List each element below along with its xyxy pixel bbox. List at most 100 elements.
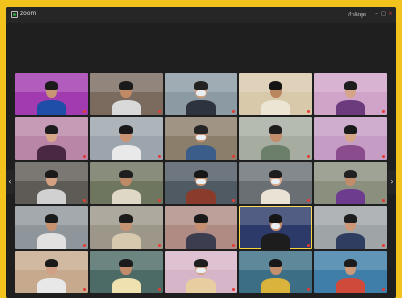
- participant-video: [186, 125, 216, 160]
- participant-tile[interactable]: [164, 206, 238, 249]
- participant-tile[interactable]: [15, 117, 88, 160]
- participant-tile[interactable]: [239, 117, 313, 160]
- participant-body: [36, 144, 66, 160]
- participant-hair: [119, 214, 133, 223]
- participant-video: [111, 258, 141, 293]
- connection-status-icon[interactable]: [11, 11, 18, 18]
- participant-body: [111, 233, 141, 249]
- participant-tile[interactable]: [239, 206, 313, 249]
- participant-hair: [343, 169, 358, 179]
- participant-body: [36, 277, 66, 293]
- participant-tile[interactable]: [314, 250, 387, 293]
- participant-video: [111, 81, 141, 116]
- participant-tile[interactable]: [15, 73, 88, 116]
- minimize-icon[interactable]: –: [374, 12, 379, 17]
- participant-hair: [44, 125, 59, 135]
- participant-tile[interactable]: [15, 250, 88, 293]
- participant-body: [186, 188, 216, 205]
- participant-hair: [269, 125, 283, 135]
- muted-mic-icon: [82, 110, 86, 114]
- close-icon[interactable]: ×: [388, 12, 393, 17]
- participant-video: [261, 125, 291, 160]
- participant-video: [186, 81, 216, 116]
- participant-body: [336, 277, 366, 293]
- participant-video: [36, 258, 66, 293]
- participant-video: [36, 169, 66, 205]
- maximize-icon[interactable]: □: [381, 12, 386, 17]
- muted-mic-icon: [157, 154, 161, 158]
- participant-tile[interactable]: [15, 206, 88, 249]
- participant-tile[interactable]: [89, 117, 163, 160]
- participant-hair: [194, 81, 208, 90]
- participant-tile[interactable]: [239, 161, 313, 205]
- participant-video: [336, 81, 366, 116]
- participant-video: [336, 214, 366, 249]
- participant-hair: [194, 258, 208, 268]
- participant-body: [111, 144, 141, 160]
- muted-mic-icon: [82, 199, 86, 203]
- participant-tile[interactable]: [314, 161, 387, 205]
- participant-hair: [44, 81, 59, 90]
- participant-tile[interactable]: [164, 161, 238, 205]
- meeting-window: zoom กำลังพูด – □ × ‹ ›: [6, 7, 396, 298]
- participant-hair: [44, 258, 59, 268]
- participant-body: [336, 188, 366, 205]
- participant-video: [111, 125, 141, 160]
- participant-tile[interactable]: [89, 250, 163, 293]
- participant-tile[interactable]: [314, 117, 387, 160]
- participant-tile[interactable]: [89, 206, 163, 249]
- participant-tile[interactable]: [89, 73, 163, 116]
- participant-body: [336, 144, 366, 160]
- face-mask: [196, 179, 206, 185]
- participant-body: [261, 188, 291, 205]
- participant-tile[interactable]: [239, 250, 313, 293]
- face-mask: [196, 134, 206, 140]
- muted-mic-icon: [157, 243, 161, 247]
- muted-mic-icon: [382, 154, 385, 158]
- participant-hair: [194, 169, 208, 179]
- active-speaker-label: กำลังพูด: [348, 12, 366, 18]
- participant-tile[interactable]: [164, 250, 238, 293]
- participant-hair: [119, 125, 133, 135]
- app-label: zoom: [20, 10, 37, 17]
- participant-tile[interactable]: [15, 161, 88, 205]
- participant-video: [336, 169, 366, 205]
- participant-body: [186, 277, 216, 293]
- participant-video: [186, 169, 216, 205]
- participant-tile[interactable]: [314, 73, 387, 116]
- muted-mic-icon: [232, 110, 236, 114]
- muted-mic-icon: [82, 243, 86, 247]
- gallery-grid: [15, 73, 387, 293]
- participant-video: [186, 258, 216, 293]
- muted-mic-icon: [232, 243, 236, 247]
- participant-tile[interactable]: [89, 161, 163, 205]
- previous-page-button[interactable]: ‹: [6, 170, 14, 194]
- muted-mic-icon: [382, 199, 385, 203]
- participant-tile[interactable]: [314, 206, 387, 249]
- muted-mic-icon: [382, 288, 385, 291]
- participant-body: [36, 188, 66, 205]
- muted-mic-icon: [307, 288, 311, 291]
- face-mask: [196, 267, 206, 274]
- participant-tile[interactable]: [239, 73, 313, 116]
- muted-mic-icon: [157, 199, 161, 203]
- muted-mic-icon: [232, 288, 236, 291]
- participant-video: [186, 214, 216, 249]
- participant-video: [261, 214, 291, 249]
- next-page-button[interactable]: ›: [388, 170, 396, 194]
- participant-hair: [269, 214, 283, 223]
- muted-mic-icon: [382, 110, 385, 114]
- participant-body: [36, 233, 66, 249]
- participant-tile[interactable]: [164, 117, 238, 160]
- participant-video: [336, 258, 366, 293]
- participant-hair: [194, 125, 208, 135]
- participant-hair: [119, 258, 133, 268]
- participant-tile[interactable]: [164, 73, 238, 116]
- participant-body: [186, 233, 216, 249]
- participant-hair: [44, 214, 59, 223]
- participant-body: [261, 100, 291, 116]
- participant-hair: [119, 169, 133, 179]
- muted-mic-icon: [307, 110, 311, 114]
- participant-hair: [119, 81, 133, 90]
- muted-mic-icon: [307, 154, 311, 158]
